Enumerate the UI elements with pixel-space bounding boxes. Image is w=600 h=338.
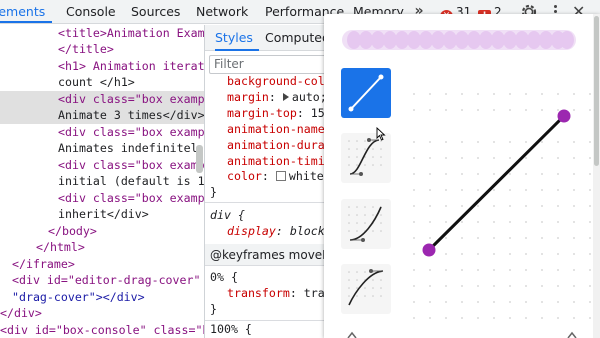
style-declaration[interactable]: color: white;	[227, 167, 331, 185]
bezier-curve-line	[427, 114, 566, 252]
curve-grid	[413, 93, 591, 319]
dom-node[interactable]: <div id="editor-drag-cover"	[0, 272, 204, 288]
dom-node[interactable]: </iframe>	[0, 256, 204, 272]
dom-node[interactable]: <div class="box examp	[0, 190, 204, 206]
dom-node[interactable]: Animates indefinitel	[0, 140, 204, 156]
dom-node[interactable]: <div id="box-console" class="b	[0, 322, 204, 338]
tab-computed[interactable]: Computed	[265, 25, 330, 51]
tab-network[interactable]: Network	[196, 0, 248, 24]
dom-node-selected[interactable]: <div class="box examp Animate 3 times</d…	[0, 91, 204, 124]
rule-close-brace: }	[210, 302, 217, 316]
keyframes-header: @keyframes moveBox	[205, 244, 335, 266]
dom-node[interactable]: </title>	[0, 41, 204, 57]
dom-node[interactable]: <div class="box examp	[0, 157, 204, 173]
tab-styles[interactable]: Styles	[215, 25, 253, 51]
styles-rules: background-colo: margin: auto; margin-to…	[205, 76, 335, 338]
tab-sources[interactable]: Sources	[131, 0, 180, 24]
dom-node[interactable]: </body>	[0, 223, 204, 239]
preset-ease-in[interactable]	[341, 199, 391, 249]
color-swatch[interactable]	[275, 171, 286, 181]
bezier-start-handle[interactable]	[422, 243, 436, 257]
preset-nav-arrows[interactable]	[344, 330, 580, 338]
styles-filter-input[interactable]: Filter	[209, 55, 335, 74]
popover-scroll-thumb[interactable]	[594, 16, 599, 166]
keyframe-selector[interactable]: 100% {	[210, 320, 252, 338]
expand-triangle-icon[interactable]	[282, 93, 289, 101]
style-declaration[interactable]: transform: tran	[227, 284, 332, 302]
rule-separator	[205, 202, 335, 203]
dom-node[interactable]: <title>Animation Exam	[0, 25, 204, 41]
bezier-end-handle[interactable]	[557, 109, 571, 123]
mouse-pointer-icon	[376, 127, 386, 141]
linear-curve-icon	[348, 74, 384, 112]
ease-in-curve-icon	[348, 206, 382, 242]
dom-node[interactable]: <div class="box examp	[0, 124, 204, 140]
style-declaration[interactable]: display: block;	[227, 222, 332, 240]
rule-close-brace: }	[210, 185, 217, 199]
easing-editor-popover	[324, 14, 600, 338]
dom-node[interactable]: inherit</div>	[0, 206, 204, 222]
dom-scrollbar[interactable]	[196, 145, 203, 173]
preset-ease-out[interactable]	[341, 264, 391, 314]
dom-node[interactable]: initial (default is 1	[0, 173, 204, 189]
dom-node[interactable]: count </h1>	[0, 74, 204, 90]
animation-preview	[342, 30, 576, 50]
preset-linear[interactable]	[341, 68, 391, 118]
tab-elements-underline	[0, 21, 52, 23]
ease-out-curve-icon	[348, 269, 384, 306]
bezier-curve-editor[interactable]	[404, 84, 594, 329]
dom-node[interactable]: </html>	[0, 239, 204, 255]
dom-tree: <title>Animation Exam </title> <h1> Anim…	[0, 25, 204, 338]
tab-styles-underline	[215, 49, 259, 51]
tab-console[interactable]: Console	[66, 0, 116, 24]
dom-node[interactable]: </div>	[0, 305, 204, 321]
styles-tab-bar: Styles Computed	[205, 25, 335, 51]
dom-node[interactable]: "drag-cover"></div>	[0, 289, 204, 305]
dom-node[interactable]: <h1> Animation iterat	[0, 58, 204, 74]
